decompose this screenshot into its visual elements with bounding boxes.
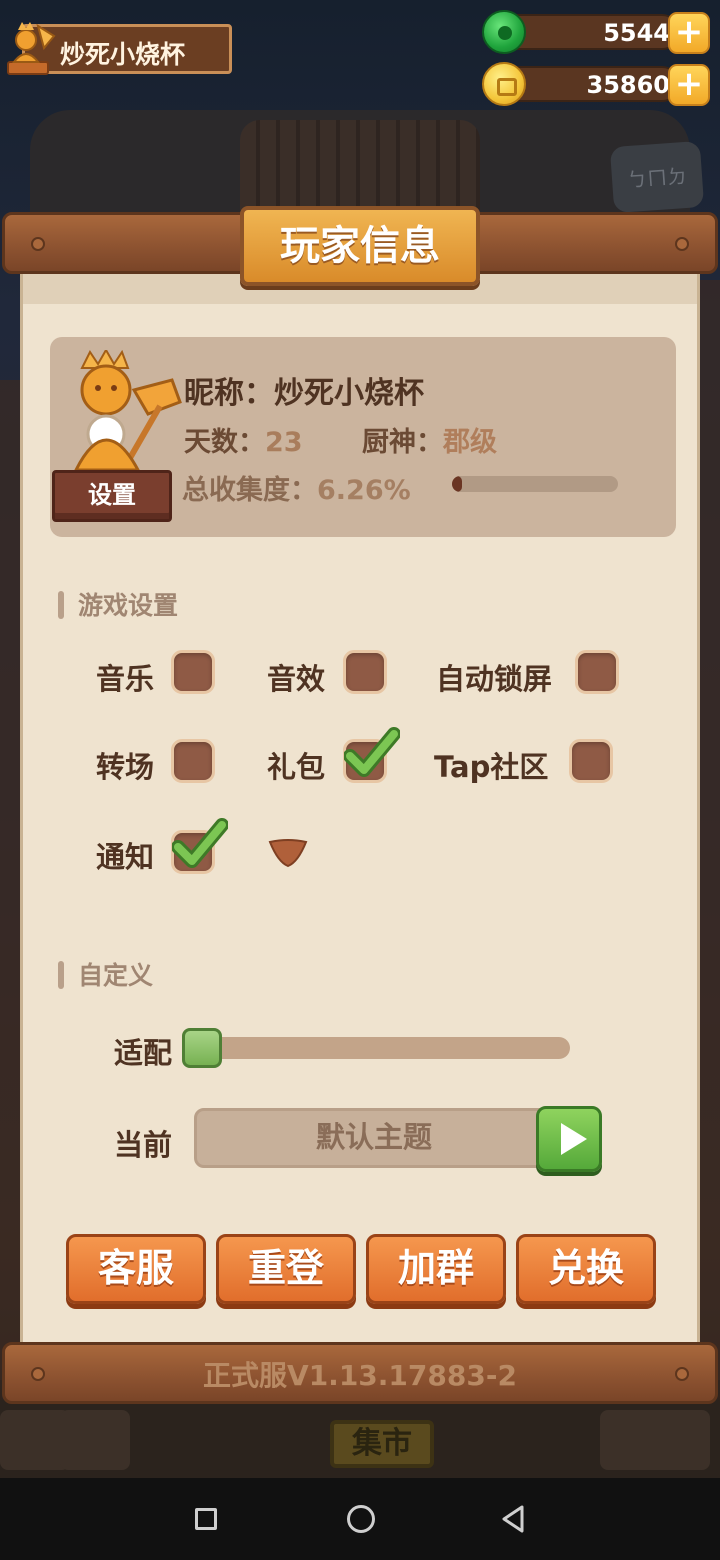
market-sign[interactable]: 集市 [330,1420,434,1468]
coin-counter: 35860 + [480,60,714,108]
background-sign-text: ㄅㄇㄉ [626,163,688,193]
chef-statue-icon [73,350,182,472]
music-checkbox[interactable] [171,650,215,694]
settings-button[interactable]: 设置 [52,470,172,522]
recent-apps-icon[interactable] [195,1508,217,1530]
background-wall-left [0,380,20,1380]
chef-rank-value: 郡级 [443,427,497,458]
transition-checkbox[interactable] [171,739,215,783]
nail-icon [31,237,45,251]
next-theme-button[interactable] [536,1106,602,1172]
home-icon[interactable] [347,1505,375,1533]
player-statue-icon [7,22,56,75]
version-text: 正式服V1.13.17883-2 [203,1359,517,1392]
back-icon[interactable] [498,1504,528,1534]
background-stall [600,1410,710,1470]
collection-label: 总收集度： [182,475,317,506]
jade-icon [482,10,526,54]
notification-checkbox[interactable] [171,818,228,874]
collection-progress-fill [452,476,463,492]
nail-icon [675,237,689,251]
add-jade-button[interactable]: + [668,12,710,54]
add-coins-button[interactable]: + [668,64,710,106]
nickname-line: 昵称：炒死小烧杯 [184,368,424,412]
tap-community-checkbox[interactable] [569,739,613,783]
panel-title: 玩家信息 [280,223,440,269]
gift-pack-label: 礼包 [267,750,326,784]
coin-icon [482,62,526,106]
background-wall-right [698,280,720,1380]
days-label: 天数： [184,427,265,458]
redeem-button[interactable]: 兑换 [516,1234,656,1304]
days-line: 天数：23 [184,420,303,459]
collection-value: 6.26% [317,475,411,506]
music-label: 音乐 [96,662,155,696]
sound-effects-checkbox[interactable] [343,650,387,694]
panel-title-plate: 玩家信息 [240,206,480,286]
notification-label: 通知 [96,840,155,874]
coin-value: 35860 [586,71,671,99]
current-theme-field: 默认主题 [194,1108,554,1168]
checkmark-icon [344,727,400,777]
game-settings-header: 游戏设置 [58,586,178,622]
tap-community-label: Tap社区 [434,750,549,784]
gift-pack-checkbox[interactable] [343,727,400,783]
player-chip[interactable]: 炒死小烧杯 [4,18,232,78]
background-roof-detail [240,120,480,210]
current-theme-label: 当前 [114,1128,173,1162]
chevron-down-icon[interactable] [268,838,308,868]
auto-lock-label: 自动锁屏 [436,662,553,696]
background-sign: ㄅㄇㄉ [609,140,705,214]
jade-counter: 5544 + [480,8,714,56]
chef-rank-line: 厨神：郡级 [362,420,497,459]
fit-label: 适配 [114,1036,173,1070]
customer-service-button[interactable]: 客服 [66,1234,206,1304]
collection-line: 总收集度：6.26% [182,468,411,507]
checkmark-icon [172,818,228,868]
player-name: 炒死小烧杯 [60,40,186,69]
background-stall [60,1410,130,1470]
relogin-button[interactable]: 重登 [216,1234,356,1304]
sound-effects-label: 音效 [267,662,326,696]
fit-slider-handle[interactable] [182,1028,222,1068]
chef-rank-label: 厨神： [362,427,443,458]
jade-value: 5544 [603,19,670,47]
transition-label: 转场 [96,750,155,784]
days-value: 23 [265,427,303,458]
collection-progress-bar [452,476,618,492]
join-group-button[interactable]: 加群 [366,1234,506,1304]
auto-lock-checkbox[interactable] [575,650,619,694]
nickname-label: 昵称： [184,376,274,411]
custom-header: 自定义 [58,956,153,992]
fit-slider-track[interactable] [196,1037,570,1059]
nickname-value: 炒死小烧杯 [274,376,424,411]
